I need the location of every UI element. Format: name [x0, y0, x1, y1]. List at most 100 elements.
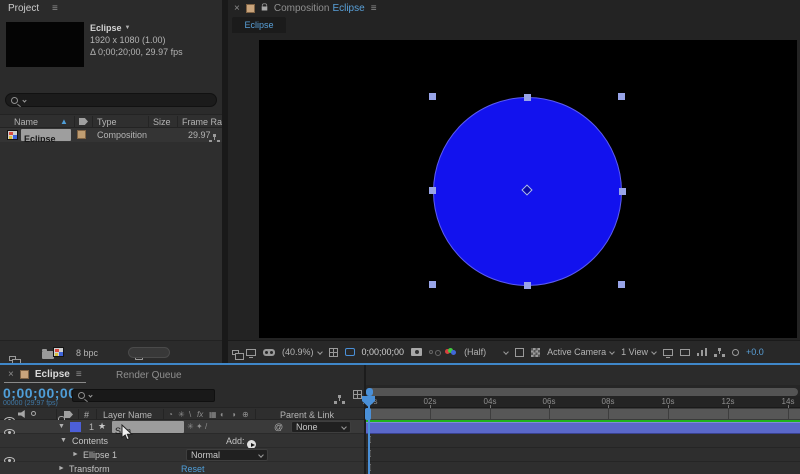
transform-reset-link[interactable]: Reset	[181, 464, 205, 474]
table-row[interactable]: Eclipse Composition 29.97	[0, 128, 222, 142]
channel-settings-icon[interactable]	[445, 348, 457, 356]
current-timecode[interactable]: 0;00;00;00	[3, 385, 77, 401]
view-layout-dropdown[interactable]: 1 View	[621, 347, 656, 357]
switch-quality-icon[interactable]: \	[189, 410, 191, 419]
grid-guides-icon[interactable]	[329, 348, 338, 357]
blend-mode-dropdown[interactable]: Normal	[186, 449, 268, 461]
transform-row[interactable]: ► Transform Reset	[0, 462, 364, 474]
playhead-handle[interactable]	[365, 408, 371, 420]
ellipse-label[interactable]: Ellipse 1	[83, 450, 117, 460]
shy-toggle-icon[interactable]	[353, 390, 362, 399]
magnification-dropdown[interactable]: (40.9%)	[282, 347, 322, 357]
timeline-search-input[interactable]	[72, 389, 215, 402]
layer-quality-switch-icon[interactable]: /	[205, 422, 207, 431]
snapshot-camera-icon[interactable]	[411, 348, 422, 356]
chevron-down-icon[interactable]: ▼	[125, 25, 131, 31]
shared-view-icon[interactable]	[663, 349, 673, 356]
work-area-bar[interactable]	[366, 408, 800, 420]
selection-handle-top-center[interactable]	[524, 94, 531, 101]
sort-ascending-icon[interactable]: ▲	[60, 117, 68, 126]
ellipse-row[interactable]: ► Ellipse 1 Normal	[0, 448, 364, 462]
column-name[interactable]: Name	[14, 117, 38, 127]
show-snapshot-icon[interactable]	[429, 350, 433, 354]
selection-handle-bottom-center[interactable]	[524, 282, 531, 289]
time-navigator-bar[interactable]	[366, 388, 798, 396]
switch-adjustment-icon[interactable]: ◑	[231, 410, 236, 419]
column-layer-name[interactable]: Layer Name	[103, 410, 152, 420]
ellipse-disclosure-icon[interactable]: ►	[72, 451, 79, 458]
column-type[interactable]: Type	[97, 117, 117, 127]
mask-path-visibility-icon[interactable]	[345, 348, 355, 356]
new-composition-icon[interactable]	[53, 347, 64, 357]
selection-handle-mid-left[interactable]	[429, 187, 436, 194]
composition-panel-tab[interactable]: × Composition Eclipse ≡	[234, 2, 377, 15]
close-icon[interactable]: ×	[234, 3, 240, 14]
switch-3d-icon[interactable]: ⊕	[242, 410, 249, 419]
project-panel-menu-icon[interactable]: ≡	[52, 3, 58, 14]
selected-item-name[interactable]: Eclipse	[21, 129, 71, 141]
parent-dropdown[interactable]: None	[291, 421, 351, 433]
label-column-icon[interactable]	[79, 118, 88, 125]
panel-menu-icon[interactable]: ≡	[76, 369, 82, 380]
selection-handle-bottom-left[interactable]	[429, 281, 436, 288]
selection-handle-bottom-right[interactable]	[618, 281, 625, 288]
viewer-timecode[interactable]: 0;00;00;00	[362, 347, 405, 357]
project-list-empty-area[interactable]	[0, 142, 222, 340]
project-panel-title[interactable]: Project	[8, 3, 39, 14]
selection-handle-top-right[interactable]	[618, 93, 625, 100]
timeline-track-area[interactable]: :00s 02s 04s 06s 08s 10s 12s 14s	[366, 385, 800, 474]
panel-menu-icon[interactable]: ≡	[371, 3, 377, 14]
contents-row[interactable]: ▼ Contents Add:	[0, 434, 364, 448]
time-ruler[interactable]: :00s 02s 04s 06s 08s 10s 12s 14s	[366, 396, 800, 408]
selection-handle-top-left[interactable]	[429, 93, 436, 100]
column-parent-link[interactable]: Parent & Link	[280, 410, 334, 420]
contents-disclosure-icon[interactable]: ▼	[60, 437, 67, 444]
project-search-input[interactable]	[5, 93, 217, 107]
preview-monitor-icon[interactable]	[246, 349, 256, 356]
region-of-interest-icon[interactable]	[515, 348, 524, 357]
timeline-tab-eclipse[interactable]: × Eclipse ≡	[4, 367, 86, 383]
switch-fx-icon[interactable]: fx	[197, 410, 203, 419]
viewer-tab-eclipse[interactable]: Eclipse	[232, 17, 286, 33]
snapshot-stack-icon[interactable]	[232, 350, 239, 355]
fast-previews-icon[interactable]	[697, 348, 707, 356]
close-icon[interactable]: ×	[8, 369, 14, 380]
mini-flowchart-icon[interactable]	[714, 348, 725, 357]
audio-column-icon[interactable]	[18, 410, 27, 418]
column-frame-rate[interactable]: Frame Ra..	[182, 117, 227, 127]
time-navigator-start-handle[interactable]	[366, 388, 373, 396]
label-column-icon[interactable]	[64, 411, 73, 418]
layer-label-swatch[interactable]	[70, 422, 81, 432]
tab-render-queue[interactable]: Render Queue	[116, 370, 182, 381]
exposure-value[interactable]: +0.0	[746, 347, 764, 357]
solo-column-icon[interactable]	[31, 411, 36, 416]
pixel-aspect-icon[interactable]	[680, 349, 690, 356]
composition-viewer[interactable]	[259, 40, 797, 338]
switch-collapse-icon[interactable]: ✳	[178, 410, 185, 419]
layer-collapse-switch-icon[interactable]: ✳	[187, 422, 194, 431]
switch-shy-icon[interactable]: ◔	[168, 410, 173, 419]
layer-row-sun[interactable]: ▼ 1 ★ Sun ✳ ✦ / @ None	[0, 420, 364, 434]
layer-duration-bar[interactable]	[366, 422, 800, 434]
reset-exposure-icon[interactable]	[732, 349, 739, 356]
switch-frame-blend-icon[interactable]: ▦	[209, 410, 217, 419]
column-size[interactable]: Size	[153, 117, 171, 127]
resolution-dropdown[interactable]: (Half)	[464, 347, 508, 357]
transform-disclosure-icon[interactable]: ►	[58, 465, 65, 472]
layer-disclosure-icon[interactable]: ▼	[58, 423, 65, 430]
interpret-footage-icon[interactable]	[9, 356, 16, 361]
layer-effects-switch-icon[interactable]: ✦	[196, 422, 203, 431]
composition-mini-flowchart-icon[interactable]	[334, 395, 345, 404]
pickwhip-icon[interactable]: @	[274, 422, 283, 432]
3d-view-dropdown[interactable]: Active Camera	[547, 347, 614, 357]
project-item-name[interactable]: Eclipse	[90, 23, 122, 33]
lock-icon[interactable]	[262, 7, 268, 11]
column-number[interactable]: #	[84, 410, 89, 420]
label-color-swatch[interactable]	[77, 130, 86, 139]
bit-depth-button[interactable]: 8 bpc	[76, 348, 98, 358]
transform-label[interactable]: Transform	[69, 464, 110, 474]
transparency-grid-icon[interactable]	[531, 348, 540, 357]
vr-goggles-icon[interactable]	[263, 349, 275, 356]
switch-motion-blur-icon[interactable]: ◐	[220, 410, 225, 419]
selection-handle-mid-right[interactable]	[619, 188, 626, 195]
